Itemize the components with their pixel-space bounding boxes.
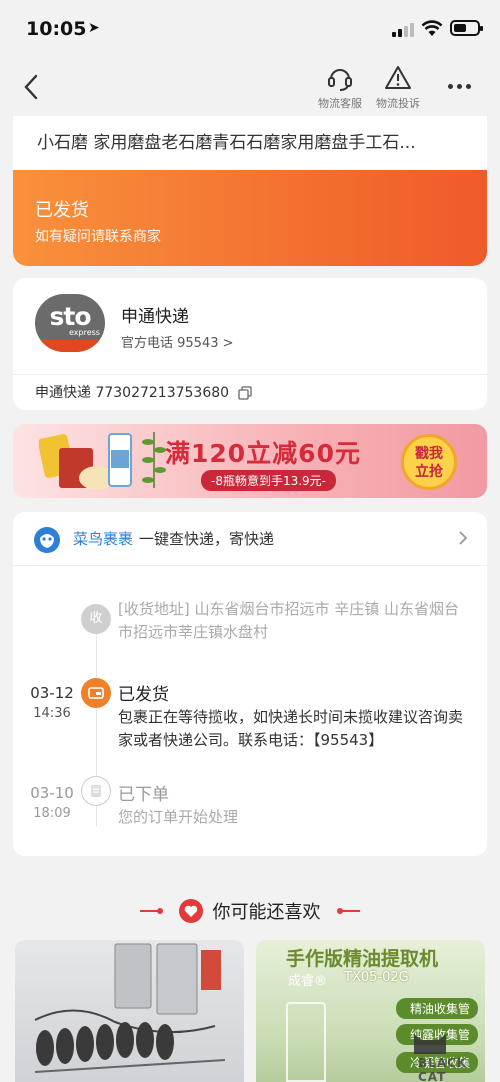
product-2-headline: 手作版精油提取机 [286, 948, 439, 970]
ordered-date: 03-10 [30, 784, 74, 802]
shipped-datetime: 03-12 14:36 [29, 684, 75, 721]
warning-icon [385, 66, 411, 89]
distiller-image [286, 1002, 326, 1082]
sto-logo-sub: express [69, 328, 100, 337]
shipped-truck-icon [81, 678, 111, 708]
logistics-service-label: 物流客服 [318, 97, 362, 110]
headset-icon [328, 69, 352, 91]
status-hint: 如有疑问请联系商家 [35, 229, 161, 245]
order-status: 已发货 [35, 200, 89, 221]
tracking-number-row: 申通快递 773027213753680 [35, 382, 252, 402]
promo-headline: 满120立减60元 [165, 439, 361, 468]
grab-now-line1: 戳我 [415, 446, 443, 462]
back-icon[interactable] [18, 72, 46, 102]
courier-name: 申通快递 [121, 307, 189, 327]
cainiao-slogan: 一键查快递，寄快递 [139, 530, 275, 548]
shipped-title: 已发货 [118, 685, 169, 705]
more-icon[interactable] [448, 84, 472, 92]
shipped-date: 03-12 [30, 684, 74, 702]
ordered-time: 18:09 [33, 806, 71, 821]
tracking-number: 申通快递 773027213753680 [35, 385, 230, 401]
product-2-model: TX05-02G [344, 970, 409, 985]
grab-now-button[interactable]: 戳我 立抢 [401, 434, 457, 490]
sto-logo: sto express [35, 294, 105, 352]
shipped-description: 包裹正在等待揽收，如快递长时间未揽收建议咨询卖家或者快递公司。联系电话：【955… [118, 708, 464, 749]
logistics-service-button[interactable]: 物流客服 [310, 64, 370, 111]
cellular-signal-icon [392, 21, 418, 37]
order-status-card: 小石磨 家用磨盘老石磨青石石磨家用磨盘手工石... 已发货 如有疑问请联系商家 [13, 116, 487, 266]
location-arrow-icon: ➤ [88, 20, 100, 36]
delivery-address: [收货地址] 山东省烟台市招远市 辛庄镇 山东省烟台市招远市莘庄镇水盘村 [118, 600, 460, 641]
sto-logo-text: sto [49, 302, 91, 331]
status-bar: 10:05 ➤ [0, 0, 500, 60]
tools-product-image [34, 943, 226, 1073]
product-2-brand: 成睿® [288, 974, 328, 989]
watermark-text: BLACK CAT [418, 1056, 468, 1082]
promo-subline: -8瓶畅意到手13.9元- [201, 470, 337, 491]
blackcat-watermark: BLACK CAT [410, 1026, 496, 1082]
status-panel: 已发货 如有疑问请联系商家 [13, 170, 487, 266]
nav-bar: 物流客服 物流投诉 [0, 60, 500, 116]
product-2-tag: 精油收集管 [396, 998, 479, 1019]
tracking-timeline-card: 菜鸟裹裹 一键查快递，寄快递 收 [收货地址] 山东省烟台市招远市 辛庄镇 山东… [13, 512, 487, 856]
shipped-time: 14:36 [33, 706, 71, 721]
cainiao-entry[interactable]: 菜鸟裹裹 一键查快递，寄快递 [13, 512, 487, 566]
battery-icon [450, 20, 483, 36]
receive-address-icon: 收 [81, 604, 111, 634]
cainiao-brand: 菜鸟裹裹 [73, 530, 134, 548]
copy-icon[interactable] [237, 386, 252, 400]
promo-banner[interactable]: 满120立减60元 -8瓶畅意到手13.9元- 戳我 立抢 [13, 424, 487, 498]
recommend-header: 你可能还喜欢 [0, 898, 500, 928]
cainiao-bird-icon [34, 527, 60, 553]
ordered-datetime: 03-10 18:09 [29, 784, 75, 821]
recommend-title: 你可能还喜欢 [212, 902, 321, 923]
logistics-complaint-button[interactable]: 物流投诉 [368, 64, 428, 111]
divider [13, 374, 487, 375]
cat-logo-icon [414, 1034, 446, 1054]
order-document-icon [81, 776, 111, 806]
ordered-description: 您的订单开始处理 [118, 808, 239, 826]
grab-now-line2: 立抢 [415, 464, 443, 480]
courier-card: sto express 申通快递 官方电话 95543 > 申通快递 77302… [13, 278, 487, 410]
snack-products-image [39, 433, 132, 490]
wifi-icon [421, 20, 443, 36]
logistics-complaint-label: 物流投诉 [376, 97, 420, 110]
chevron-right-icon [459, 531, 468, 545]
recommended-product-1[interactable] [15, 940, 244, 1082]
status-time: 10:05 [26, 18, 87, 40]
heart-icon [179, 899, 204, 923]
product-title[interactable]: 小石磨 家用磨盘老石磨青石石磨家用磨盘手工石... [37, 128, 467, 153]
ordered-title: 已下单 [118, 785, 169, 805]
courier-phone-link[interactable]: 官方电话 95543 > [121, 332, 234, 351]
